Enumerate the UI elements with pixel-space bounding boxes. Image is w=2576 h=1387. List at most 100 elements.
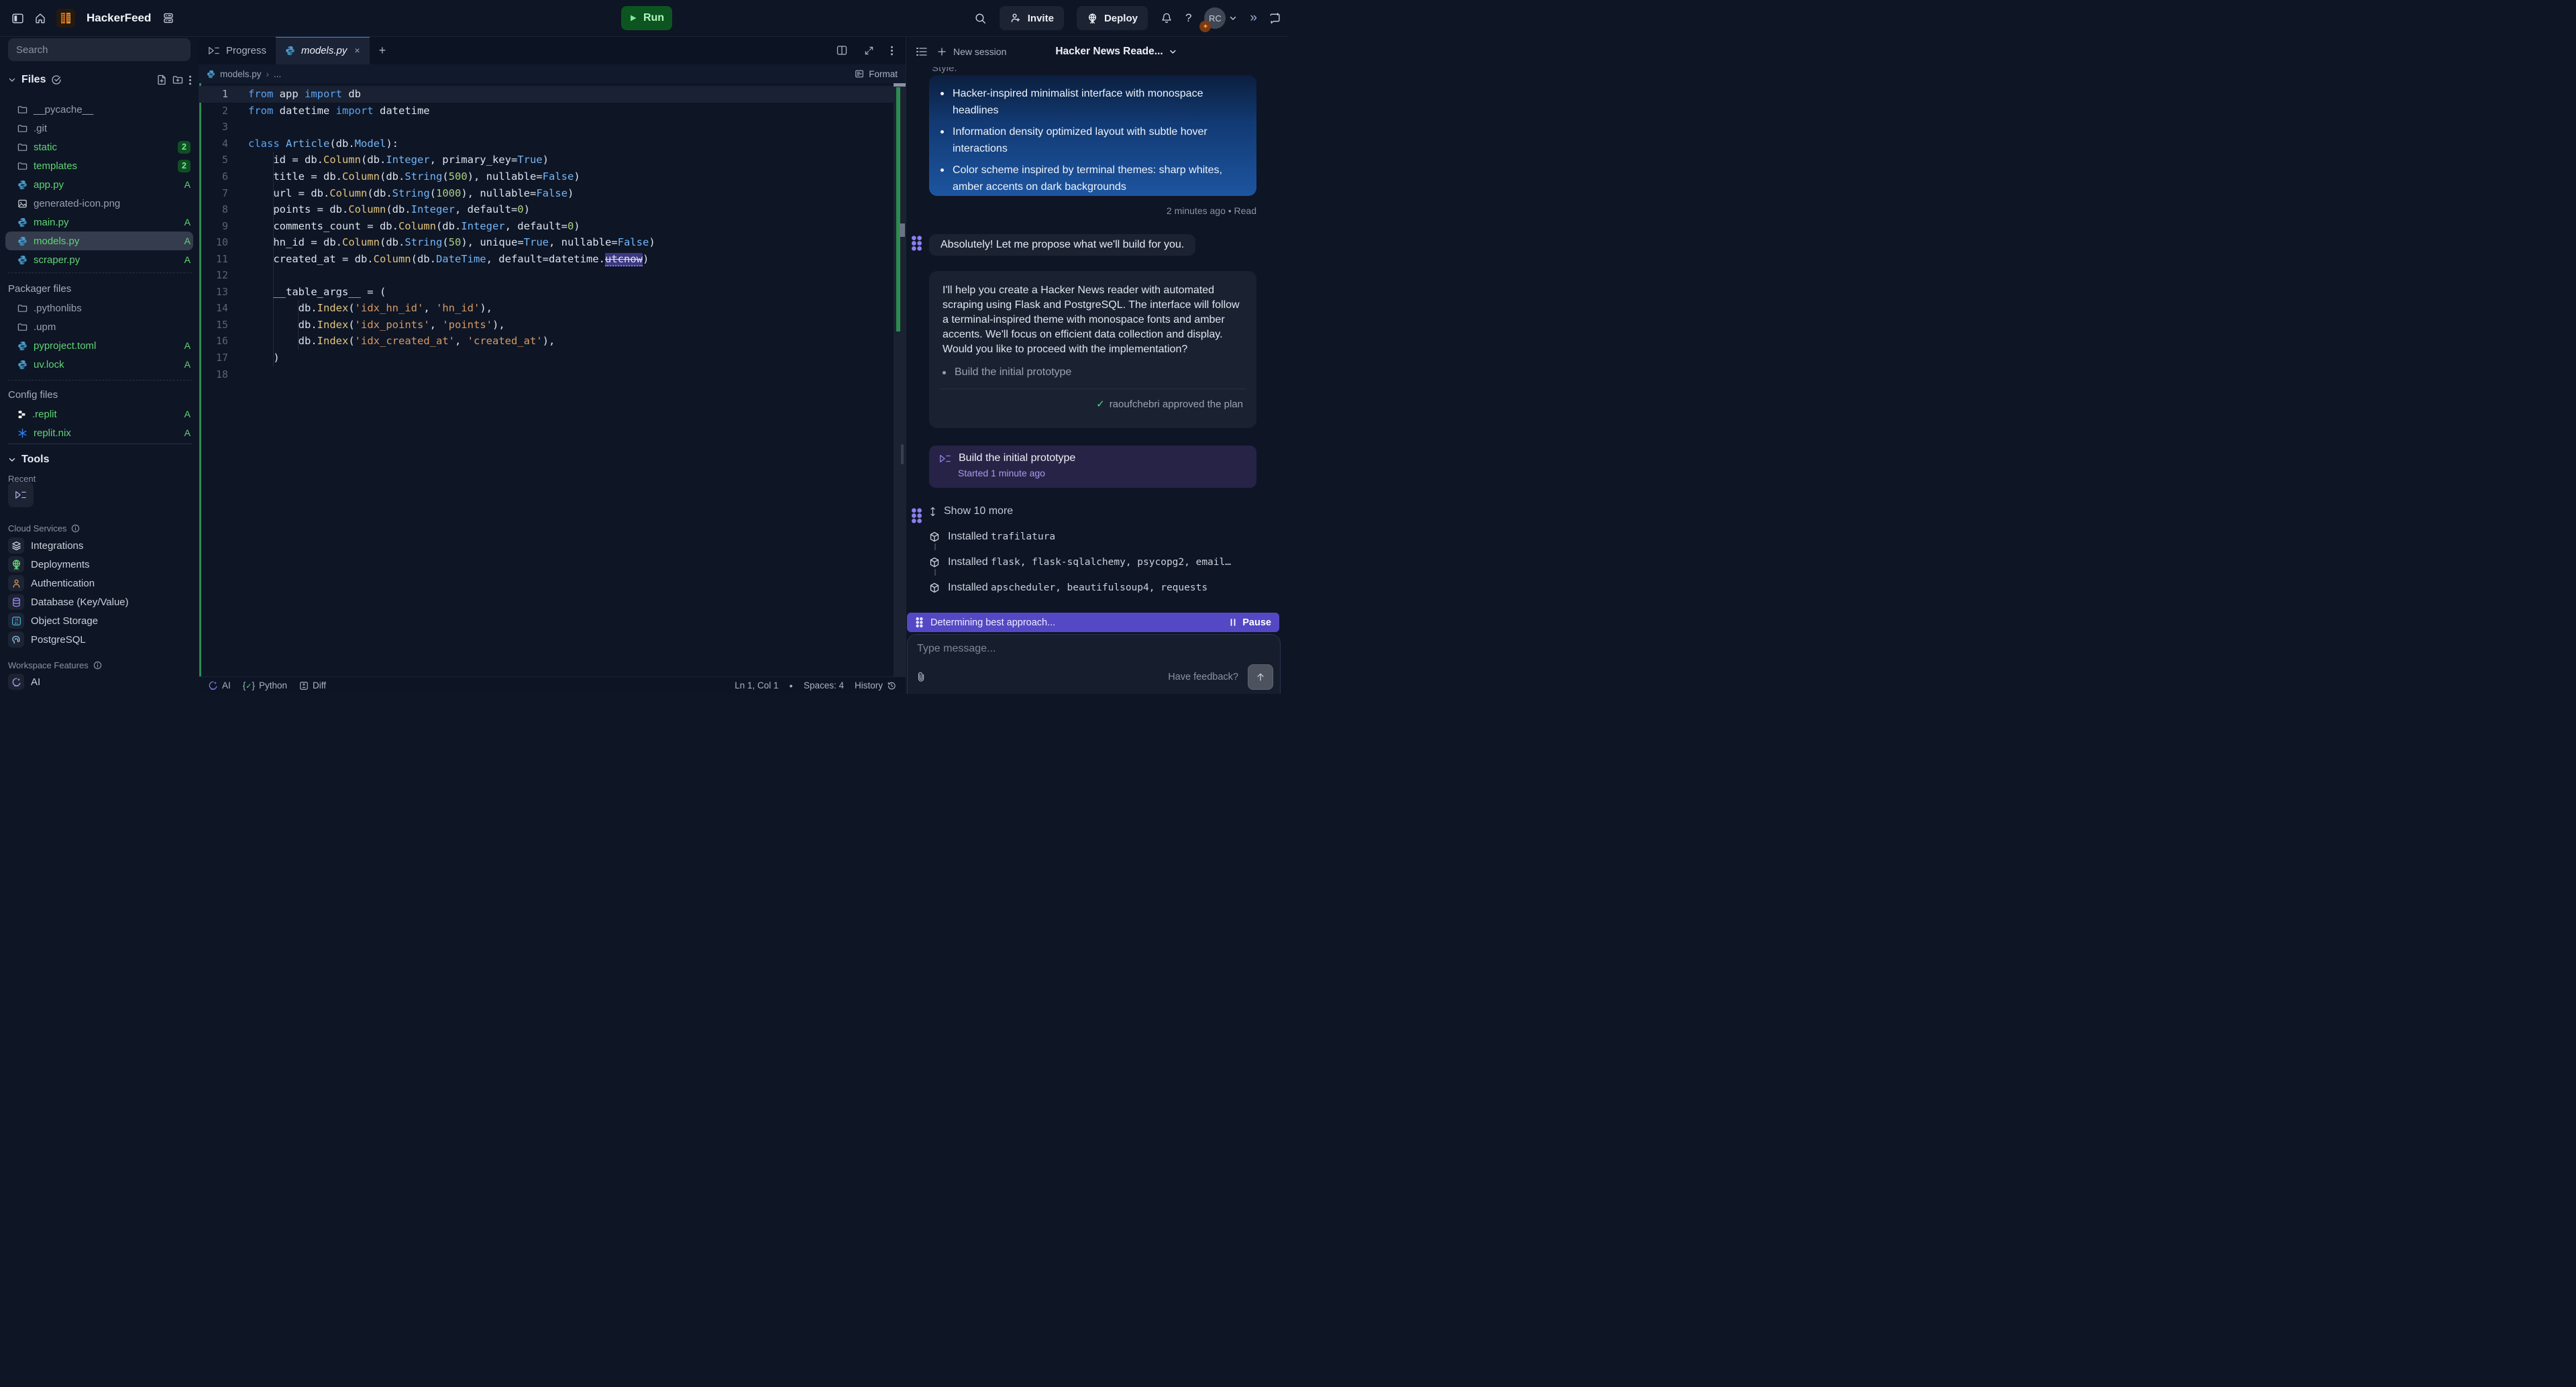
project-icon[interactable] (56, 9, 75, 28)
spaces-indicator[interactable]: Spaces: 4 (804, 680, 844, 690)
tool-row-authentication[interactable]: Authentication (0, 574, 199, 593)
account-menu[interactable]: RC✦ (1204, 7, 1237, 29)
deploy-button[interactable]: Deploy (1077, 6, 1148, 30)
file-row[interactable]: scraper.pyA (0, 250, 199, 269)
diff-button[interactable]: Diff (299, 680, 326, 690)
cursor-position[interactable]: Ln 1, Col 1 (735, 680, 778, 690)
code-line[interactable]: 6 title = db.Column(db.String(500), null… (199, 168, 894, 185)
code-line[interactable]: 14 db.Index('idx_hn_id', 'hn_id'), (199, 300, 894, 317)
code-line[interactable]: 2from datetime import datetime (199, 103, 894, 119)
expand-icon[interactable] (864, 46, 874, 56)
new-file-icon[interactable] (156, 74, 167, 85)
tool-row-database-key-value-[interactable]: Database (Key/Value) (0, 593, 199, 611)
file-row[interactable]: models.pyA (5, 232, 193, 250)
notifications-bell-icon[interactable] (1161, 12, 1173, 24)
home-icon[interactable] (34, 12, 46, 24)
pause-button[interactable]: Pause (1230, 617, 1271, 628)
tool-label: PostgreSQL (31, 634, 86, 646)
chevron-down-icon (1229, 14, 1237, 22)
attach-paperclip-icon[interactable] (916, 672, 926, 682)
tool-row-integrations[interactable]: Integrations (0, 536, 199, 555)
code-line[interactable]: 5 id = db.Column(db.Integer, primary_key… (199, 152, 894, 168)
code-line[interactable]: 17 ) (199, 350, 894, 366)
code-line[interactable]: 1from app import db (199, 86, 894, 103)
overview-added-marker (896, 87, 900, 331)
plus-icon[interactable] (937, 47, 947, 56)
help-button[interactable]: ? (1185, 11, 1191, 25)
code-line[interactable]: 11 created_at = db.Column(db.DateTime, d… (199, 250, 894, 267)
feedback-link[interactable]: Have feedback? (1168, 672, 1238, 682)
file-row[interactable]: static2 (0, 138, 199, 156)
scrollbar[interactable] (894, 83, 906, 676)
code-line[interactable]: 9 comments_count = db.Column(db.Integer,… (199, 217, 894, 234)
file-tree: __pycache__.gitstatic2templates2app.pyAg… (0, 100, 199, 269)
code-line[interactable]: 18 (199, 366, 894, 382)
new-folder-icon[interactable] (172, 74, 183, 85)
info-icon (93, 661, 102, 670)
file-row[interactable]: __pycache__ (0, 100, 199, 119)
installed-row: Installed trafilatura (929, 527, 1055, 546)
new-session-button[interactable]: New session (953, 46, 1006, 57)
close-tab-icon[interactable]: × (354, 45, 360, 56)
file-row[interactable]: app.pyA (0, 175, 199, 194)
package-icon (929, 557, 940, 568)
session-title[interactable]: Hacker News Reade... (1055, 46, 1177, 58)
code-area[interactable]: 1from app import db2from datetime import… (199, 83, 906, 676)
language-indicator[interactable]: {✓} Python (243, 680, 287, 690)
invite-button[interactable]: Invite (1000, 6, 1064, 30)
editor-menu-icon[interactable] (890, 45, 894, 56)
files-menu-icon[interactable] (189, 74, 192, 86)
tool-row-postgresql[interactable]: PostgreSQL (0, 630, 199, 649)
ai-status-button[interactable]: AI (208, 680, 231, 690)
code-line[interactable]: 7 url = db.Column(db.String(1000), nulla… (199, 185, 894, 201)
new-chat-icon[interactable] (1269, 12, 1281, 25)
collapse-panel-icon[interactable]: » (1250, 11, 1256, 25)
tab-progress[interactable]: Progress (199, 36, 276, 64)
chat-scrollbar-thumb[interactable] (901, 444, 904, 464)
avatar[interactable]: RC✦ (1204, 7, 1226, 29)
packager-file-list: .pythonlibs.upmpyproject.tomlAuv.lockA (0, 299, 199, 374)
code-line[interactable]: 10 hn_id = db.Column(db.String(50), uniq… (199, 234, 894, 251)
file-row[interactable]: .pythonlibs (0, 299, 199, 317)
replit-agent-avatar (910, 235, 923, 252)
file-row[interactable]: generated-icon.png (0, 194, 199, 213)
new-tab-button[interactable]: + (370, 36, 396, 64)
file-row[interactable]: templates2 (0, 156, 199, 175)
code-line[interactable]: 3 (199, 119, 894, 136)
code-line[interactable]: 13 __table_args__ = ( (199, 284, 894, 301)
search-icon[interactable] (974, 12, 987, 25)
file-row[interactable]: uv.lockA (0, 355, 199, 374)
task-card[interactable]: Build the initial prototype Started 1 mi… (929, 446, 1256, 488)
send-button[interactable] (1248, 664, 1273, 690)
sidebar-toggle-icon[interactable] (11, 12, 24, 25)
format-button[interactable]: Format (855, 69, 898, 79)
split-pane-icon[interactable] (836, 44, 848, 56)
ai-tool-row[interactable]: AI (0, 672, 40, 691)
file-row[interactable]: replit.nixA (0, 423, 199, 442)
editor-status-bar: AI {✓} Python Diff Ln 1, Col 1 ● Spaces:… (199, 676, 906, 694)
chevron-down-icon[interactable] (8, 76, 16, 84)
code-line[interactable]: 8 points = db.Column(db.Integer, default… (199, 201, 894, 218)
tool-row-deployments[interactable]: Deployments (0, 555, 199, 574)
resources-icon[interactable] (162, 12, 174, 24)
code-line[interactable]: 4class Article(db.Model): (199, 136, 894, 152)
code-line[interactable]: 15 db.Index('idx_points', 'points'), (199, 317, 894, 333)
file-row[interactable]: main.pyA (0, 213, 199, 232)
agent-message: Absolutely! Let me propose what we'll bu… (929, 234, 1195, 256)
history-button[interactable]: History (855, 680, 896, 690)
chat-message-list[interactable]: Style: Hacker-inspired minimalist interf… (906, 67, 1288, 624)
sessions-list-icon[interactable] (916, 46, 928, 57)
file-row[interactable]: .git (0, 119, 199, 138)
file-row[interactable]: .replitA (0, 405, 199, 423)
file-row[interactable]: .upm (0, 317, 199, 336)
search-input[interactable] (8, 38, 191, 61)
tab-models-py[interactable]: models.py × (276, 36, 370, 64)
file-row[interactable]: pyproject.tomlA (0, 336, 199, 355)
code-line[interactable]: 16 db.Index('idx_created_at', 'created_a… (199, 333, 894, 350)
code-line[interactable]: 12 (199, 267, 894, 284)
recent-console-tool[interactable] (8, 482, 34, 507)
tools-section-toggle[interactable]: Tools (8, 454, 49, 466)
show-more-button[interactable]: Show 10 more (929, 505, 1013, 517)
tool-row-object-storage[interactable]: 1001 Object Storage (0, 611, 199, 630)
run-button[interactable]: Run (621, 6, 672, 30)
